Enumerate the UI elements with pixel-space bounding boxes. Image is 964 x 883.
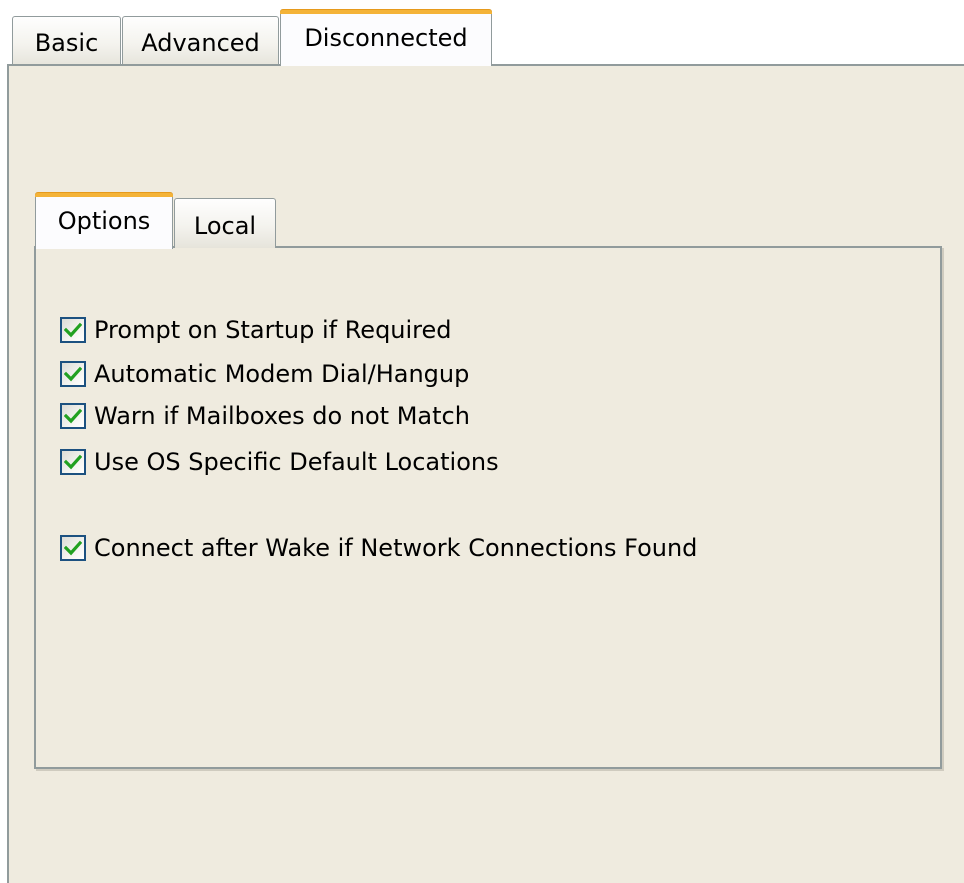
connect-after-wake-label: Connect after Wake if Network Connection…: [94, 534, 698, 562]
tab-options[interactable]: Options: [35, 192, 173, 249]
prompt-on-startup-checkbox[interactable]: [60, 317, 86, 343]
warn-mailboxes-option[interactable]: Warn if Mailboxes do not Match: [60, 401, 470, 431]
tab-basic[interactable]: Basic: [12, 16, 121, 66]
os-default-locations-option[interactable]: Use OS Specific Default Locations: [60, 447, 499, 477]
tab-local[interactable]: Local: [174, 198, 276, 248]
automatic-modem-dial-option[interactable]: Automatic Modem Dial/Hangup: [60, 359, 469, 389]
warn-mailboxes-checkbox[interactable]: [60, 403, 86, 429]
connect-after-wake-checkbox[interactable]: [60, 535, 86, 561]
checkmark-icon: [64, 454, 82, 470]
os-default-locations-checkbox[interactable]: [60, 449, 86, 475]
automatic-modem-dial-checkbox[interactable]: [60, 361, 86, 387]
prompt-on-startup-option[interactable]: Prompt on Startup if Required: [60, 315, 452, 345]
tab-basic-label: Basic: [34, 29, 99, 57]
connect-after-wake-option[interactable]: Connect after Wake if Network Connection…: [60, 533, 697, 563]
warn-mailboxes-label: Warn if Mailboxes do not Match: [94, 402, 470, 430]
settings-window: Basic Advanced Disconnected Options Loca…: [0, 0, 964, 883]
tab-local-label: Local: [193, 212, 257, 240]
tab-options-label: Options: [57, 207, 151, 235]
tab-disconnected[interactable]: Disconnected: [280, 9, 492, 66]
tab-advanced-label: Advanced: [141, 29, 260, 57]
checkmark-icon: [64, 322, 82, 338]
tab-disconnected-label: Disconnected: [304, 24, 468, 52]
automatic-modem-dial-label: Automatic Modem Dial/Hangup: [94, 360, 470, 388]
checkmark-icon: [64, 408, 82, 424]
checkmark-icon: [64, 540, 82, 556]
checkmark-icon: [64, 366, 82, 382]
tab-advanced[interactable]: Advanced: [122, 16, 279, 66]
os-default-locations-label: Use OS Specific Default Locations: [94, 448, 499, 476]
prompt-on-startup-label: Prompt on Startup if Required: [94, 316, 452, 344]
